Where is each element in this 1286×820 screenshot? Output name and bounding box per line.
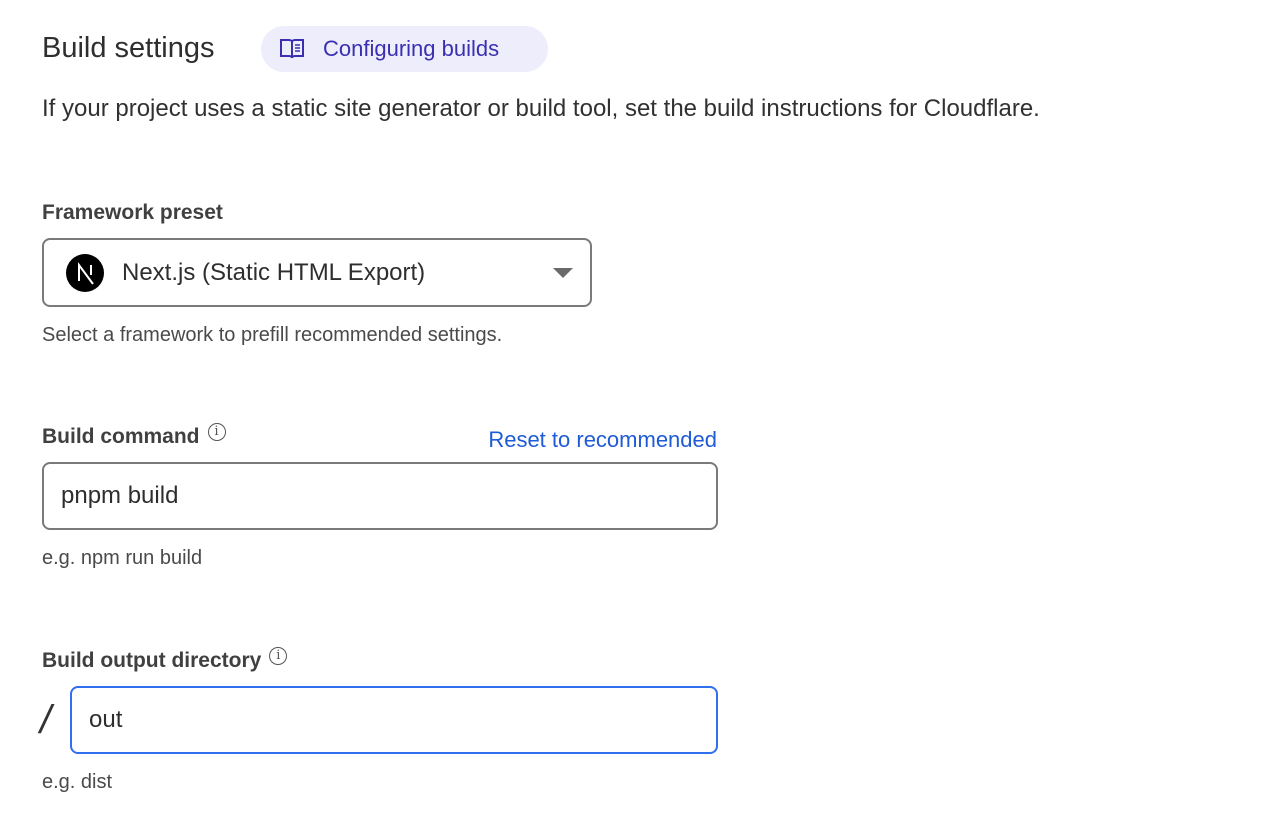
description: If your project uses a static site gener…: [42, 95, 1040, 122]
info-icon[interactable]: i: [269, 647, 288, 665]
reset-to-recommended-link[interactable]: Reset to recommended: [488, 427, 717, 453]
framework-selected: Next.js (Static HTML Export): [122, 258, 426, 286]
root-slash-prefix: /: [40, 698, 52, 742]
build-command-help: e.g. npm run build: [42, 547, 203, 569]
build-command-input[interactable]: [44, 482, 716, 510]
configuring-builds-label: Configuring builds: [323, 36, 500, 61]
build-command-label: Build command i: [42, 423, 226, 451]
output-dir-field[interactable]: [70, 686, 718, 754]
chevron-down-icon: [553, 267, 573, 278]
info-icon[interactable]: i: [207, 423, 226, 441]
output-dir-input[interactable]: [72, 706, 716, 734]
framework-label: Framework preset: [42, 201, 223, 224]
framework-help: Select a framework to prefill recommende…: [42, 324, 503, 346]
nextjs-icon: [66, 253, 104, 292]
framework-select[interactable]: Next.js (Static HTML Export): [42, 238, 592, 307]
page-title: Build settings: [42, 32, 215, 64]
output-dir-label: Build output directory i: [42, 647, 288, 675]
book-icon: [280, 39, 304, 59]
configuring-builds-link[interactable]: Configuring builds: [261, 26, 548, 72]
build-command-field[interactable]: [42, 462, 718, 530]
output-dir-help: e.g. dist: [42, 771, 113, 793]
